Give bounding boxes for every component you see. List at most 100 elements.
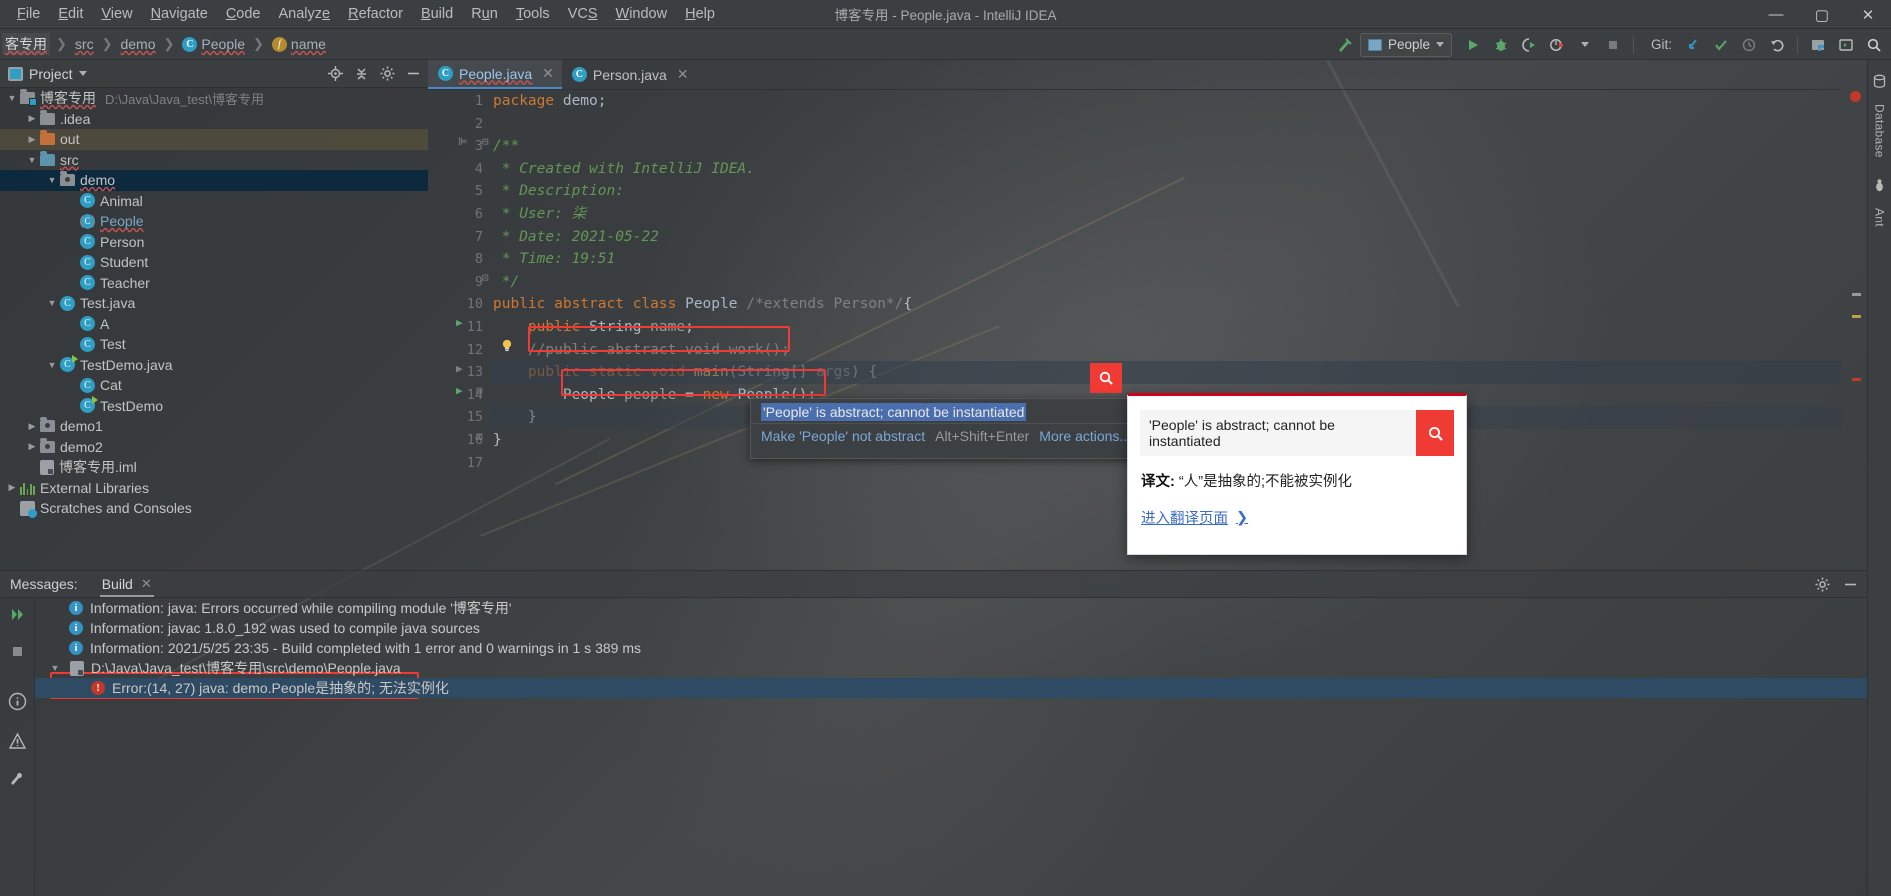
breadcrumb-item-People[interactable]: C People (180, 35, 247, 53)
chevron-down-icon[interactable] (1572, 32, 1598, 57)
project-tree[interactable]: ▼ 博客专用 D:\Java\Java_test\博客专用 ▶ .idea ▶ out ▼ sr… (0, 88, 428, 570)
tree-node-.idea[interactable]: ▶ .idea (0, 109, 428, 130)
chevron-down-icon[interactable]: ▼ (4, 93, 20, 103)
close-icon[interactable]: ✕ (542, 65, 554, 82)
chevron-right-icon[interactable]: ▶ (24, 421, 40, 432)
menu-item-view[interactable]: View (92, 3, 141, 25)
run-button[interactable] (1460, 32, 1486, 57)
build-icon[interactable] (1332, 32, 1358, 57)
menu-item-window[interactable]: Window (607, 3, 677, 25)
chevron-right-icon[interactable]: ▶ (4, 482, 20, 493)
menu-item-edit[interactable]: Edit (49, 3, 92, 25)
menu-item-build[interactable]: Build (412, 3, 462, 25)
translation-query-input[interactable]: 'People' is abstract; cannot be instanti… (1140, 410, 1416, 456)
code-line-9[interactable]: */ (490, 271, 1841, 294)
debug-icon[interactable] (1488, 32, 1514, 57)
collapse-all-icon[interactable] (348, 61, 374, 86)
information-filter-icon[interactable] (8, 692, 27, 716)
code-line-10[interactable]: public abstract class People /*extends P… (490, 293, 1841, 316)
fold-icon-method[interactable]: ⊟ (476, 384, 483, 397)
project-tool-window-title[interactable]: Project (8, 66, 87, 82)
run-with-coverage-icon[interactable] (1516, 32, 1542, 57)
code-line-5[interactable]: * Description: (490, 180, 1841, 203)
chevron-down-icon[interactable]: ▼ (44, 175, 60, 185)
update-project-icon[interactable] (1680, 32, 1706, 57)
tree-node-Person[interactable]: C Person (0, 232, 428, 253)
fold-icon-comment-end[interactable]: ⊡ (482, 271, 489, 284)
tree-node-Teacher[interactable]: C Teacher (0, 273, 428, 294)
menu-item-tools[interactable]: Tools (507, 3, 559, 25)
commit-icon[interactable] (1708, 32, 1734, 57)
code-line-8[interactable]: * Time: 19:51 (490, 248, 1841, 271)
tree-node-out[interactable]: ▶ out (0, 129, 428, 150)
menu-item-run[interactable]: Run (462, 3, 507, 25)
code-line-12[interactable]: //public abstract void work(); (490, 339, 1841, 362)
tree-node-博客专用.iml[interactable]: 博客专用.iml (0, 457, 428, 478)
stripe-mark-error[interactable] (1852, 378, 1861, 381)
settings-filter-icon[interactable] (8, 772, 27, 796)
open-translation-page-link[interactable]: 进入翻译页面 ❯ (1141, 507, 1248, 528)
tree-node-Test[interactable]: C Test (0, 334, 428, 355)
make-not-abstract-action[interactable]: Make 'People' not abstract (761, 428, 925, 444)
messages-tab-build[interactable]: Build ✕ (99, 572, 154, 597)
hide-icon[interactable] (400, 61, 426, 86)
menu-item-file[interactable]: File (8, 3, 49, 25)
tree-node-Cat[interactable]: C Cat (0, 375, 428, 396)
message-row[interactable]: ▼ D:\Java\Java_test\博客专用\src\demo\People.… (35, 658, 1867, 678)
close-button[interactable]: ✕ (1845, 0, 1891, 29)
tree-node-demo1[interactable]: ▶ demo1 (0, 416, 428, 437)
tree-node-People[interactable]: People (0, 211, 428, 232)
hide-icon[interactable] (1837, 572, 1863, 597)
close-icon[interactable]: ✕ (677, 66, 689, 83)
breadcrumb-item-name[interactable]: f name (270, 35, 328, 53)
fold-icon-method-end[interactable]: ⊡ (476, 430, 483, 443)
menu-item-refactor[interactable]: Refactor (339, 3, 412, 25)
close-icon[interactable]: ✕ (141, 576, 152, 592)
translation-search-button[interactable] (1416, 410, 1454, 456)
stop-icon[interactable] (10, 644, 25, 664)
minimize-button[interactable]: — (1753, 0, 1799, 29)
translate-search-button[interactable] (1090, 363, 1122, 393)
stripe-mark-caution[interactable] (1852, 315, 1861, 318)
run-main-icon[interactable]: ▶ (456, 384, 463, 397)
code-line-3[interactable]: /** (490, 135, 1841, 158)
maximize-button[interactable]: ▢ (1799, 0, 1845, 29)
editor-tab-Person.java[interactable]: C Person.java ✕ (562, 60, 697, 89)
tree-node-External Libraries[interactable]: ▶ External Libraries (0, 478, 428, 499)
breadcrumb-item-demo[interactable]: demo (118, 35, 157, 53)
error-count-badge[interactable] (1850, 91, 1861, 102)
tree-node-Student[interactable]: C Student (0, 252, 428, 273)
chevron-right-icon[interactable]: ▶ (24, 113, 40, 124)
run-configuration-selector[interactable]: People (1359, 32, 1452, 57)
chevron-down-icon[interactable]: ▼ (44, 298, 60, 308)
tree-node-Scratches and Consoles[interactable]: Scratches and Consoles (0, 498, 428, 519)
editor-gutter[interactable]: 1 2 3 4 5 6 7 8 9 10 11 12 13 14 15 16 17 (428, 90, 490, 568)
profiler-icon[interactable] (1544, 32, 1570, 57)
message-row[interactable]: i Information: java: Errors occurred whil… (35, 598, 1867, 618)
rail-icon-database[interactable] (1872, 74, 1887, 94)
tree-node-demo2[interactable]: ▶ demo2 (0, 437, 428, 458)
menu-item-vcs[interactable]: VCS (559, 3, 607, 25)
terminal-icon[interactable] (1833, 32, 1859, 57)
tree-node-A[interactable]: CA (0, 314, 428, 335)
stripe-mark-warning[interactable] (1852, 293, 1861, 296)
chevron-down-icon[interactable]: ▼ (24, 155, 40, 165)
settings-icon[interactable] (374, 61, 400, 86)
tree-node-博客专用[interactable]: ▼ 博客专用 D:\Java\Java_test\博客专用 (0, 88, 428, 109)
editor-tab-People.java[interactable]: C People.java ✕ (428, 60, 562, 89)
rerun-icon[interactable] (9, 606, 26, 628)
rail-item-ant[interactable]: Ant (1873, 208, 1887, 227)
chevron-down-icon[interactable]: ▼ (47, 663, 63, 673)
locate-icon[interactable] (322, 61, 348, 86)
tree-node-Test.java[interactable]: ▼ C Test.java (0, 293, 428, 314)
message-row[interactable]: i Information: 2021/5/25 23:35 - Build co… (35, 638, 1867, 658)
code-line-6[interactable]: * User: 柒 (490, 203, 1841, 226)
menu-item-help[interactable]: Help (676, 3, 724, 25)
more-actions-link[interactable]: More actions... (1039, 428, 1131, 444)
search-everywhere-icon[interactable] (1861, 32, 1887, 57)
translation-popup[interactable]: 'People' is abstract; cannot be instanti… (1127, 393, 1467, 555)
rail-item-database[interactable]: Database (1873, 104, 1887, 158)
message-row[interactable]: ! Error:(14, 27) java: demo.People是抽象的; 无… (35, 678, 1867, 698)
code-line-11[interactable]: public String name; (490, 316, 1841, 339)
breadcrumb-item-src[interactable]: src (73, 35, 96, 53)
